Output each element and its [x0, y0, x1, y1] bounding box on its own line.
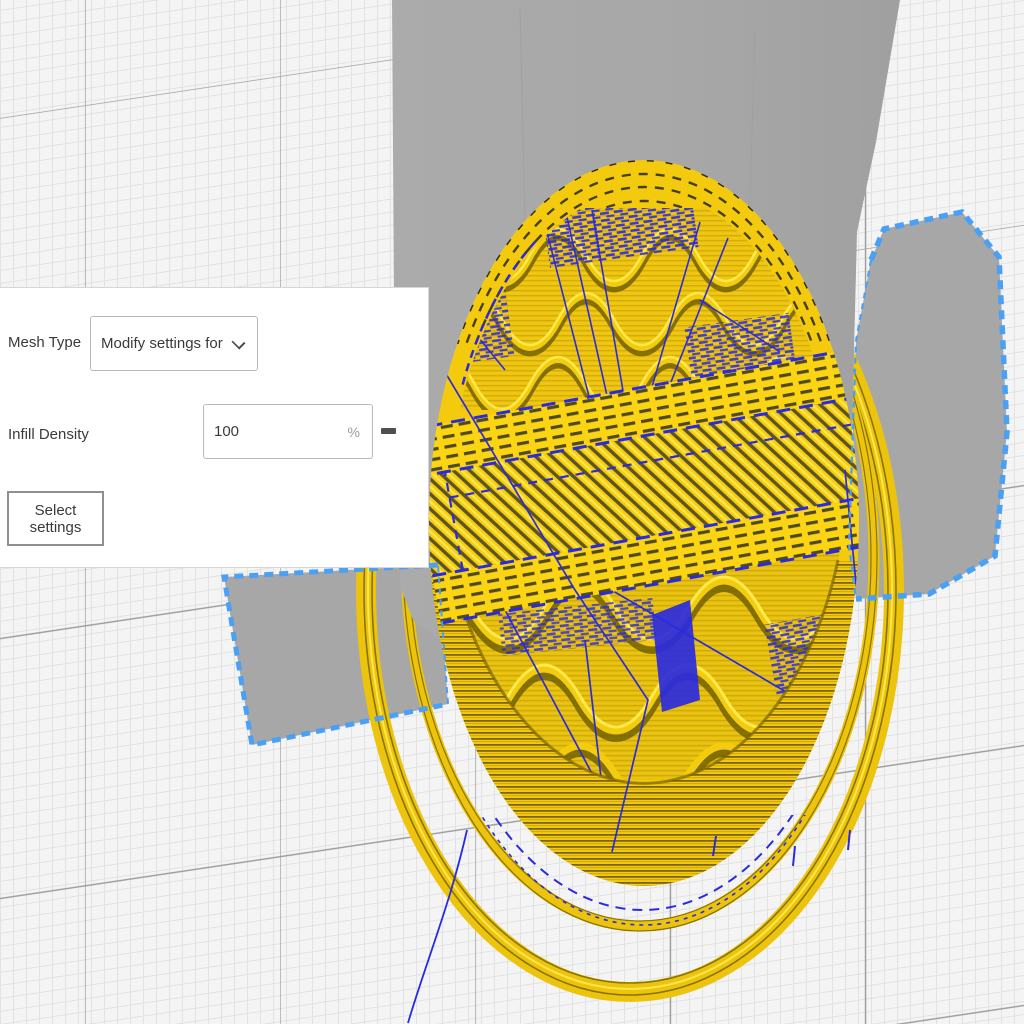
select-settings-button[interactable]: Select settings: [7, 491, 104, 546]
infill-density-unit: %: [348, 424, 360, 440]
mesh-type-value: Modify settings for ...: [101, 335, 227, 352]
infill-density-value: 100: [214, 423, 348, 440]
chevron-down-icon: [231, 335, 245, 349]
infill-density-input[interactable]: 100 %: [203, 404, 373, 459]
remove-setting-button[interactable]: [381, 428, 396, 434]
infill-density-label: Infill Density: [8, 426, 89, 443]
mesh-type-label: Mesh Type: [8, 334, 81, 351]
per-model-settings-panel: Mesh Type Modify settings for ... Infill…: [0, 287, 429, 568]
mesh-type-dropdown[interactable]: Modify settings for ...: [90, 316, 258, 371]
viewport-3d[interactable]: Mesh Type Modify settings for ... Infill…: [0, 0, 1024, 1024]
